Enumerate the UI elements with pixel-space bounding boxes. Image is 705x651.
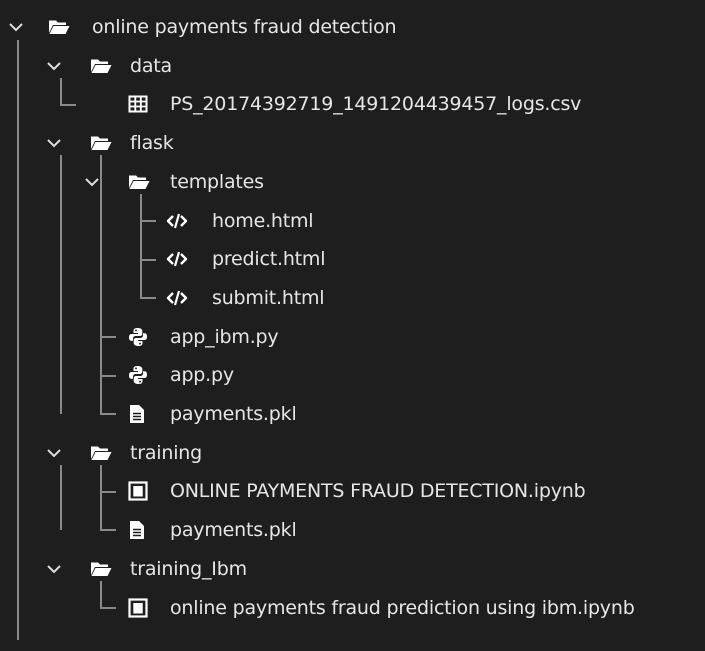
chevron-down-icon[interactable] (46, 47, 62, 85)
tree-item-label: submit.html (212, 286, 325, 309)
tree-item-label: PS_20174392719_1491204439457_logs.csv (170, 93, 582, 116)
tree-folder-row[interactable]: training (0, 434, 705, 472)
folder-open-icon (48, 8, 70, 46)
tree-file-row[interactable]: ONLINE PAYMENTS FRAUD DETECTION.ipynb (0, 472, 705, 510)
tree-item-label: app_ibm.py (170, 325, 279, 348)
tree-item-label: training_Ibm (130, 557, 247, 580)
python-icon (128, 356, 148, 394)
tree-folder-row[interactable]: online payments fraud detection (0, 8, 705, 46)
tree-folder-row[interactable]: templates (0, 163, 705, 201)
code-tag-icon (166, 202, 188, 240)
python-icon (128, 318, 148, 356)
folder-open-icon (90, 124, 112, 162)
tree-file-row[interactable]: app_ibm.py (0, 318, 705, 356)
tree-folder-row[interactable]: training_Ibm (0, 550, 705, 588)
tree-item-label: data (130, 54, 172, 77)
tree-file-row[interactable]: app.py (0, 356, 705, 394)
chevron-down-icon[interactable] (84, 163, 100, 201)
tree-folder-row[interactable]: flask (0, 124, 705, 162)
tree-item-label: online payments fraud detection (92, 16, 397, 38)
chevron-down-icon[interactable] (46, 434, 62, 472)
tree-item-label: app.py (170, 364, 234, 387)
tree-item-label: online payments fraud prediction using i… (170, 596, 635, 619)
tree-file-row[interactable]: submit.html (0, 279, 705, 317)
chevron-down-icon[interactable] (46, 124, 62, 162)
tree-item-label: home.html (212, 209, 314, 232)
tree-item-label: flask (130, 132, 174, 155)
tree-file-row[interactable]: predict.html (0, 240, 705, 278)
file-explorer-tree: online payments fraud detection data PS_20… (0, 0, 705, 651)
tree-item-label: predict.html (212, 248, 326, 271)
chevron-down-icon[interactable] (46, 550, 62, 588)
table-grid-icon (128, 85, 148, 123)
chevron-down-icon[interactable] (8, 8, 24, 46)
tree-file-row[interactable]: PS_20174392719_1491204439457_logs.csv (0, 85, 705, 123)
folder-open-icon (128, 163, 150, 201)
tree-folder-row[interactable]: data (0, 47, 705, 85)
notebook-icon (128, 589, 148, 627)
notebook-icon (128, 472, 148, 510)
code-tag-icon (166, 279, 188, 317)
tree-file-row[interactable]: payments.pkl (0, 511, 705, 549)
folder-open-icon (90, 550, 112, 588)
code-tag-icon (166, 240, 188, 278)
tree-item-label: payments.pkl (170, 519, 297, 542)
tree-file-row[interactable]: online payments fraud prediction using i… (0, 589, 705, 627)
tree-item-label: templates (170, 170, 264, 193)
folder-open-icon (90, 47, 112, 85)
tree-file-row[interactable]: payments.pkl (0, 395, 705, 433)
file-text-icon (128, 511, 146, 549)
folder-open-icon (90, 434, 112, 472)
tree-item-label: training (130, 441, 203, 464)
tree-item-label: ONLINE PAYMENTS FRAUD DETECTION.ipynb (170, 480, 586, 503)
file-text-icon (128, 395, 146, 433)
tree-file-row[interactable]: home.html (0, 202, 705, 240)
tree-item-label: payments.pkl (170, 403, 297, 425)
